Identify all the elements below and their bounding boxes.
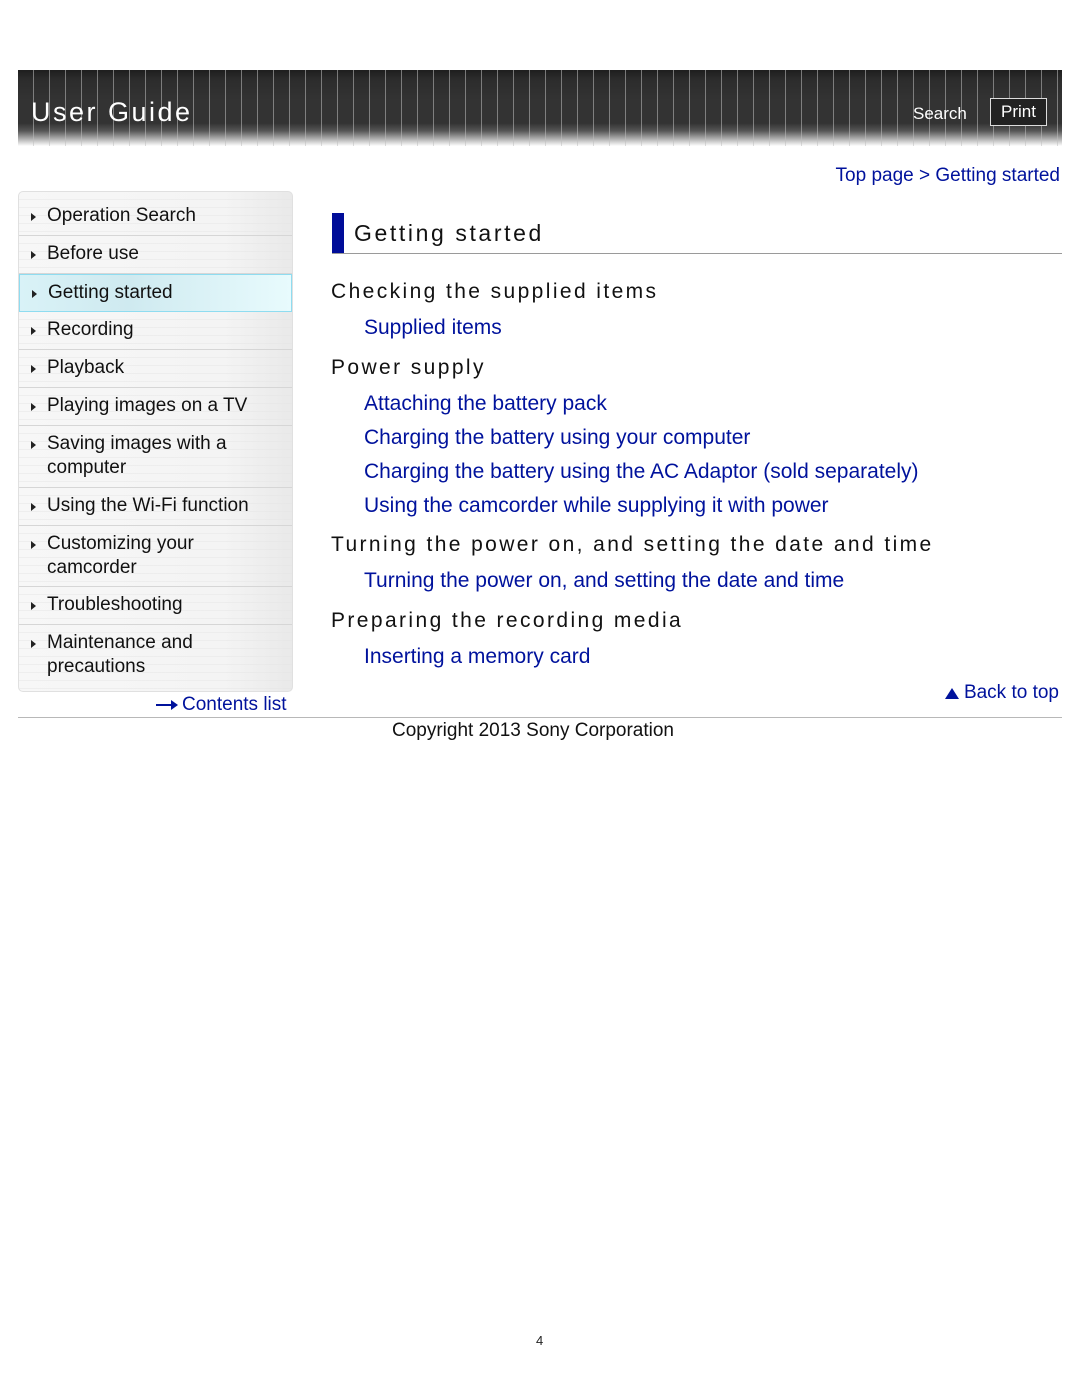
sidebar-item-recording[interactable]: Recording bbox=[19, 312, 292, 350]
back-to-top-label: Back to top bbox=[963, 682, 1059, 703]
arrow-right-icon bbox=[32, 290, 37, 298]
sidebar-item-troubleshooting[interactable]: Troubleshooting bbox=[19, 587, 292, 625]
sidebar-item-wifi[interactable]: Using the Wi-Fi function bbox=[19, 488, 292, 526]
section-heading: Preparing the recording media bbox=[331, 609, 684, 632]
breadcrumb-top-page[interactable]: Top page bbox=[836, 165, 914, 186]
breadcrumb: Top page > Getting started bbox=[836, 165, 1060, 187]
topic-link[interactable]: Using the camcorder while supplying it w… bbox=[364, 494, 829, 518]
arrow-right-icon bbox=[31, 441, 36, 449]
sidebar-item-label: Recording bbox=[47, 319, 134, 340]
search-button[interactable]: Search bbox=[913, 104, 967, 124]
page-title: Getting started bbox=[332, 213, 1062, 254]
arrow-right-icon bbox=[31, 403, 36, 411]
breadcrumb-separator: > bbox=[919, 165, 936, 186]
header-bar: User Guide Search Print bbox=[18, 70, 1062, 146]
print-button[interactable]: Print bbox=[990, 98, 1047, 126]
arrow-right-icon bbox=[31, 602, 36, 610]
arrow-right-icon bbox=[31, 251, 36, 259]
sidebar-item-label: Using the Wi-Fi function bbox=[47, 495, 249, 516]
section-heading: Checking the supplied items bbox=[331, 280, 659, 303]
topic-link[interactable]: Attaching the battery pack bbox=[364, 392, 607, 416]
arrow-right-icon bbox=[156, 700, 178, 710]
sidebar-item-getting-started[interactable]: Getting started bbox=[19, 274, 292, 312]
app-title: User Guide bbox=[31, 97, 193, 127]
contents-list-label: Contents list bbox=[182, 694, 287, 715]
sidebar-item-saving-images[interactable]: Saving images with a computer bbox=[19, 426, 292, 488]
arrow-right-icon bbox=[31, 541, 36, 549]
topic-link[interactable]: Charging the battery using the AC Adapto… bbox=[364, 460, 919, 484]
sidebar-item-label: Operation Search bbox=[47, 205, 196, 226]
footer-divider bbox=[18, 717, 1062, 718]
page-title-text: Getting started bbox=[354, 220, 544, 246]
sidebar-item-label: Maintenance and precautions bbox=[47, 632, 193, 677]
sidebar-item-label: Playback bbox=[47, 357, 125, 378]
sidebar-item-label: Saving images with a computer bbox=[47, 433, 227, 478]
sidebar-nav: Operation Search Before use Getting star… bbox=[18, 191, 293, 692]
contents-list-link[interactable]: Contents list bbox=[156, 694, 287, 716]
sidebar-item-label: Before use bbox=[47, 243, 139, 264]
arrow-right-icon bbox=[31, 503, 36, 511]
topic-link[interactable]: Charging the battery using your computer bbox=[364, 426, 750, 450]
sidebar-item-operation-search[interactable]: Operation Search bbox=[19, 192, 292, 236]
section-heading: Power supply bbox=[331, 356, 486, 379]
page-number: 4 bbox=[536, 1333, 544, 1348]
sidebar-item-label: Getting started bbox=[48, 282, 173, 303]
section-heading: Turning the power on, and setting the da… bbox=[331, 533, 934, 556]
arrow-right-icon bbox=[31, 213, 36, 221]
topic-link[interactable]: Supplied items bbox=[364, 316, 502, 340]
arrow-right-icon bbox=[31, 640, 36, 648]
arrow-right-icon bbox=[31, 365, 36, 373]
arrow-right-icon bbox=[31, 327, 36, 335]
topic-link[interactable]: Turning the power on, and setting the da… bbox=[364, 569, 844, 593]
sidebar-item-playback[interactable]: Playback bbox=[19, 350, 292, 388]
breadcrumb-getting-started[interactable]: Getting started bbox=[935, 165, 1060, 186]
sidebar-item-maintenance[interactable]: Maintenance and precautions bbox=[19, 625, 292, 691]
sidebar-item-label: Customizing your camcorder bbox=[47, 533, 194, 578]
sidebar-item-playing-on-tv[interactable]: Playing images on a TV bbox=[19, 388, 292, 426]
back-to-top-link[interactable]: Back to top bbox=[944, 682, 1059, 704]
title-accent-bar bbox=[332, 213, 344, 253]
sidebar-item-customizing[interactable]: Customizing your camcorder bbox=[19, 526, 292, 587]
sidebar-item-label: Playing images on a TV bbox=[47, 395, 248, 416]
copyright-text: Copyright 2013 Sony Corporation bbox=[392, 720, 675, 741]
sidebar-item-label: Troubleshooting bbox=[47, 594, 183, 615]
sidebar-item-before-use[interactable]: Before use bbox=[19, 236, 292, 274]
triangle-up-icon bbox=[944, 687, 959, 699]
topic-link[interactable]: Inserting a memory card bbox=[364, 645, 590, 669]
